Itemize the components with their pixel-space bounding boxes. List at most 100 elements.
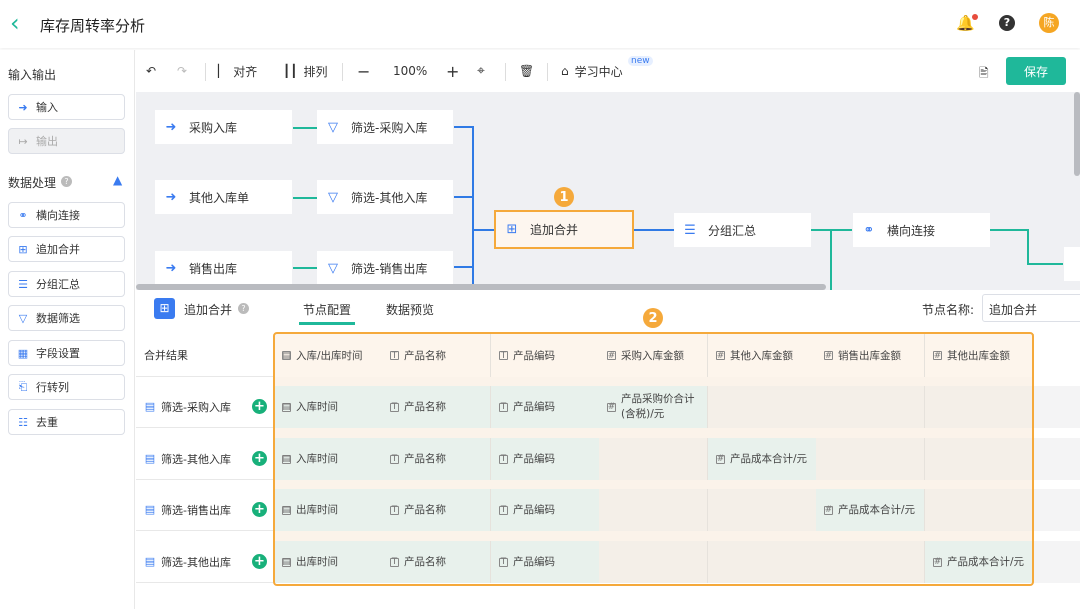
table-cell[interactable]: T 产品编码: [491, 386, 600, 428]
table-cell[interactable]: T 产品编码: [491, 541, 600, 583]
arrange-button[interactable]: ┃┃ 排列: [283, 50, 327, 92]
sidebar-item-dedupe[interactable]: ☷ 去重: [8, 409, 125, 435]
table-cell[interactable]: # 产品成本合计/元: [708, 438, 817, 480]
add-field-button[interactable]: +: [252, 554, 267, 569]
table-cell[interactable]: T 产品名称: [382, 386, 491, 428]
label: 字段设置: [36, 347, 80, 360]
node-filter[interactable]: ▽ 筛选-其他入库: [317, 180, 453, 214]
label: 对齐: [233, 64, 258, 79]
sidebar-item-fields[interactable]: ▦ 字段设置: [8, 340, 125, 366]
table-cell: [599, 489, 708, 531]
sidebar-item-append[interactable]: ⊞ 追加合并: [8, 236, 125, 262]
cell-value: 产品成本合计/元: [730, 452, 808, 465]
node-name-input[interactable]: 追加合并: [982, 294, 1080, 322]
avatar[interactable]: 陈: [1039, 13, 1059, 33]
node-input[interactable]: ➜ 销售出库: [155, 251, 292, 285]
table-cell[interactable]: T 产品名称: [382, 489, 491, 531]
sidebar-item-output[interactable]: ↦ 输出: [8, 128, 125, 154]
label: 横向连接: [887, 223, 936, 238]
table-row-source: ▤ 筛选-其他出库 +: [136, 541, 273, 583]
table-cell[interactable]: T 产品名称: [382, 438, 491, 480]
node-filter[interactable]: ▽ 筛选-销售出库: [317, 251, 453, 285]
redo-icon[interactable]: ↷: [177, 50, 187, 92]
tab-data-preview[interactable]: 数据预览: [386, 301, 434, 318]
add-field-button[interactable]: +: [252, 451, 267, 466]
warning-icon[interactable]: ▲: [113, 173, 122, 187]
bell-icon[interactable]: 🔔: [956, 14, 978, 32]
number-field-icon: #: [716, 454, 725, 464]
table-row-source: ▤ 筛选-采购入库 +: [136, 386, 273, 428]
align-button[interactable]: ▏ 对齐: [218, 50, 257, 92]
learning-center-button[interactable]: ⌂ 学习中心: [561, 50, 623, 92]
text-field-icon: T: [390, 557, 399, 567]
table-cell[interactable]: T 产品编码: [491, 489, 600, 531]
column-label: 产品编码: [513, 350, 555, 362]
divider: [547, 63, 548, 81]
locate-icon[interactable]: ⌖: [477, 50, 485, 92]
number-field-icon: #: [933, 350, 942, 361]
table-cell: [708, 489, 817, 531]
cell-value: 入库时间: [296, 400, 338, 413]
node-filter[interactable]: ▽ 筛选-采购入库: [317, 110, 453, 144]
text-field-icon: T: [499, 402, 508, 412]
column-header: # 其他入库金额: [708, 334, 817, 377]
node-group[interactable]: ☰ 分组汇总: [674, 213, 811, 247]
flow-canvas[interactable]: ➜ 采购入库 ➜ 其他入库单 ➜ 销售出库 ▽ 筛选-采购入库 ▽ 筛选-其他入库 ▽ 筛选…: [136, 92, 1080, 290]
label: 数据筛选: [36, 312, 80, 325]
label: 筛选-其他入库: [351, 190, 428, 205]
node-input[interactable]: ➜ 采购入库: [155, 110, 292, 144]
table-cell: [925, 489, 1034, 531]
table-row-source: ▤ 筛选-销售出库 +: [136, 489, 273, 531]
list-icon: ☰: [684, 222, 696, 238]
table-cell: [816, 438, 925, 480]
table-cell[interactable]: # 产品成本合计/元: [925, 541, 1034, 583]
sidebar-item-group[interactable]: ☰ 分组汇总: [8, 271, 125, 297]
add-field-button[interactable]: +: [252, 502, 267, 517]
back-chevron-icon[interactable]: ‹: [10, 9, 20, 37]
node-join[interactable]: ⚭ 横向连接: [853, 213, 990, 247]
help-icon[interactable]: ?: [238, 303, 249, 314]
table-cell[interactable]: T 产品名称: [382, 541, 491, 583]
node-input[interactable]: ➜ 其他入库单: [155, 180, 292, 214]
vertical-scrollbar[interactable]: [1074, 92, 1080, 176]
undo-icon[interactable]: ↶: [146, 50, 156, 92]
row-overflow: [1033, 489, 1080, 531]
edge: [293, 267, 317, 269]
cell-value: 产品名称: [404, 503, 446, 516]
table-cell[interactable]: ▤ 出库时间: [274, 541, 383, 583]
table-cell[interactable]: # 产品采购价合计(含税)/元: [599, 386, 708, 428]
trash-icon[interactable]: 🗑: [519, 50, 534, 92]
cell-value: 产品名称: [404, 452, 446, 465]
tab-node-config[interactable]: 节点配置: [303, 301, 351, 318]
zoom-out-icon[interactable]: −: [357, 50, 370, 92]
table-cell[interactable]: ▤ 入库时间: [274, 438, 383, 480]
label: 分组汇总: [36, 278, 80, 291]
add-field-button[interactable]: +: [252, 399, 267, 414]
arrange-icon: ┃┃: [283, 64, 298, 78]
sidebar-item-pivot[interactable]: ⎗ 行转列: [8, 374, 125, 400]
table-corner-header: 合并结果: [136, 334, 273, 377]
edge: [811, 229, 831, 231]
graduation-cap-icon: ⌂: [561, 64, 569, 78]
sidebar-item-filter[interactable]: ▽ 数据筛选: [8, 305, 125, 331]
column-label: 入库/出库时间: [296, 350, 363, 362]
table-cell[interactable]: ▤ 入库时间: [274, 386, 383, 428]
sidebar-item-join[interactable]: ⚭ 横向连接: [8, 202, 125, 228]
table-cell[interactable]: T 产品编码: [491, 438, 600, 480]
sidebar-item-input[interactable]: ➜ 输入: [8, 94, 125, 120]
help-icon[interactable]: ?: [999, 15, 1015, 31]
horizontal-scrollbar[interactable]: [136, 284, 826, 290]
save-button[interactable]: 保存: [1006, 57, 1066, 85]
table-cell[interactable]: ▤ 出库时间: [274, 489, 383, 531]
zoom-in-icon[interactable]: +: [446, 50, 459, 92]
node-partial[interactable]: [1064, 247, 1080, 281]
label: 输出: [36, 135, 58, 148]
label: 追加合并: [530, 223, 579, 237]
node-append[interactable]: ⊞ 追加合并: [494, 210, 634, 249]
callout-badge-2: 2: [643, 308, 663, 328]
row-gap: [274, 531, 1032, 541]
table-cell[interactable]: # 产品成本合计/元: [816, 489, 925, 531]
preview-settings-icon[interactable]: 🖹: [979, 64, 989, 85]
help-icon[interactable]: ?: [61, 176, 72, 187]
edge: [454, 196, 472, 198]
